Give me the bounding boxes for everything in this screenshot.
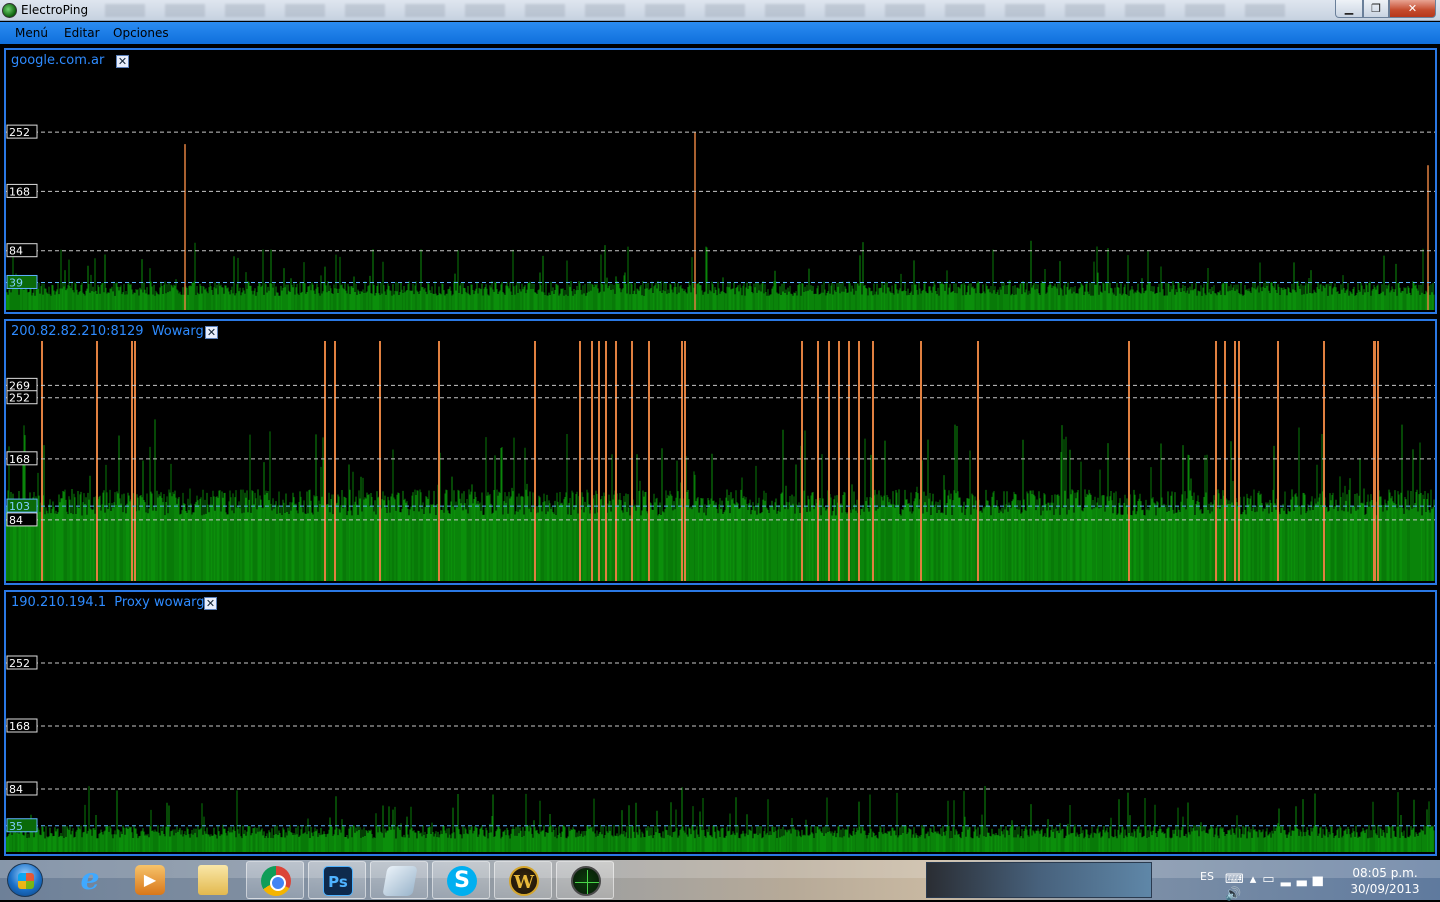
maximize-button[interactable]: ❐ (1363, 0, 1389, 18)
menu-item-menu[interactable]: Menú (15, 26, 48, 40)
panel-header: 190.210.194.1 Proxy wowarg (11, 595, 209, 610)
host-label: 190.210.194.1 (11, 595, 107, 610)
language-indicator[interactable]: ES (1200, 870, 1214, 883)
taskbar-electroping-button[interactable] (556, 861, 614, 899)
ping-graph-panel: 252 168 84 35 190.210.194.1 Proxy wowarg ✕ (4, 590, 1437, 856)
menu-item-opciones[interactable]: Opciones (113, 26, 169, 40)
taskbar-skype-button[interactable]: S (432, 861, 490, 899)
y-tick-label: 168 (9, 720, 30, 733)
host-label: google.com.ar (11, 53, 105, 68)
host-alias-label: Proxy wowarg (114, 595, 205, 610)
notes-icon (382, 866, 418, 896)
taskbar-ie-button[interactable]: e (61, 861, 119, 899)
y-tick-label: 35 (9, 820, 23, 833)
y-tick-label: 84 (9, 245, 23, 258)
taskbar: e ▶ Ps S W ES ⌨▴▭▂▃▅🔊 08:05 p.m. 30/09/2… (0, 860, 1440, 902)
host-alias-label: Wowarg (151, 324, 204, 339)
chrome-icon (261, 866, 291, 896)
close-panel-button[interactable]: ✕ (204, 597, 217, 610)
taskbar-explorer-button[interactable] (184, 861, 242, 899)
panel-header: google.com.ar (11, 53, 112, 68)
y-tick-label: 103 (9, 500, 30, 513)
clock[interactable]: 08:05 p.m. 30/09/2013 (1348, 865, 1422, 897)
taskbar-photoshop-button[interactable]: Ps (308, 861, 366, 899)
y-tick-label: 168 (9, 453, 30, 466)
menu-bar: Menú Editar Opciones (0, 22, 1440, 44)
close-panel-button[interactable]: ✕ (116, 55, 129, 68)
taskbar-media-button[interactable]: ▶ (121, 861, 179, 899)
latency-bars (6, 786, 1435, 852)
system-tray-icons[interactable]: ⌨▴▭▂▃▅🔊 (1225, 872, 1340, 902)
host-label: 200.82.82.210:8129 (11, 324, 144, 339)
taskbar-thumbnail-preview (926, 862, 1152, 898)
clock-time: 08:05 p.m. (1352, 866, 1418, 880)
y-tick-label: 252 (9, 126, 30, 139)
world-of-warcraft-icon: W (509, 866, 539, 896)
ping-graph-panel: 269 252 168 84 103 200.82.82.210:8129 Wowarg… (4, 319, 1437, 585)
y-tick-label: 84 (9, 783, 23, 796)
photoshop-icon: Ps (323, 866, 353, 896)
y-tick-label: 39 (9, 276, 23, 289)
taskbar-chrome-button[interactable] (246, 861, 304, 899)
window-title: ElectroPing (21, 3, 89, 17)
panel-header: 200.82.82.210:8129 Wowarg (11, 324, 208, 339)
skype-icon: S (447, 866, 477, 896)
title-bar: ElectroPing ▁ ❐ ✕ (0, 0, 1440, 21)
y-tick-label: 252 (9, 392, 30, 405)
folder-icon (198, 865, 228, 895)
internet-explorer-icon: e (80, 862, 100, 897)
media-player-icon: ▶ (135, 865, 165, 895)
background-window-toolbar (105, 4, 1305, 17)
ping-graph-panel: 252 168 84 39 google.com.ar ✕ (4, 48, 1437, 314)
ping-graph: 26925216884103 (6, 341, 1435, 581)
clock-date: 30/09/2013 (1350, 882, 1420, 896)
taskbar-wow-button[interactable]: W (494, 861, 552, 899)
ping-graph: 252 168 84 39 (6, 124, 1435, 310)
minimize-button[interactable]: ▁ (1335, 0, 1363, 18)
radar-icon (571, 866, 601, 896)
close-button[interactable]: ✕ (1389, 0, 1436, 18)
ping-graph: 252 168 84 35 (6, 655, 1435, 852)
taskbar-notes-button[interactable] (370, 861, 428, 899)
y-tick-label: 84 (9, 514, 23, 527)
app-icon (2, 3, 17, 18)
menu-item-editar[interactable]: Editar (64, 26, 100, 40)
y-tick-label: 168 (9, 185, 30, 198)
latency-bars (6, 419, 1435, 581)
start-button[interactable] (7, 863, 43, 897)
y-tick-label: 252 (9, 657, 30, 670)
close-panel-button[interactable]: ✕ (205, 326, 218, 339)
